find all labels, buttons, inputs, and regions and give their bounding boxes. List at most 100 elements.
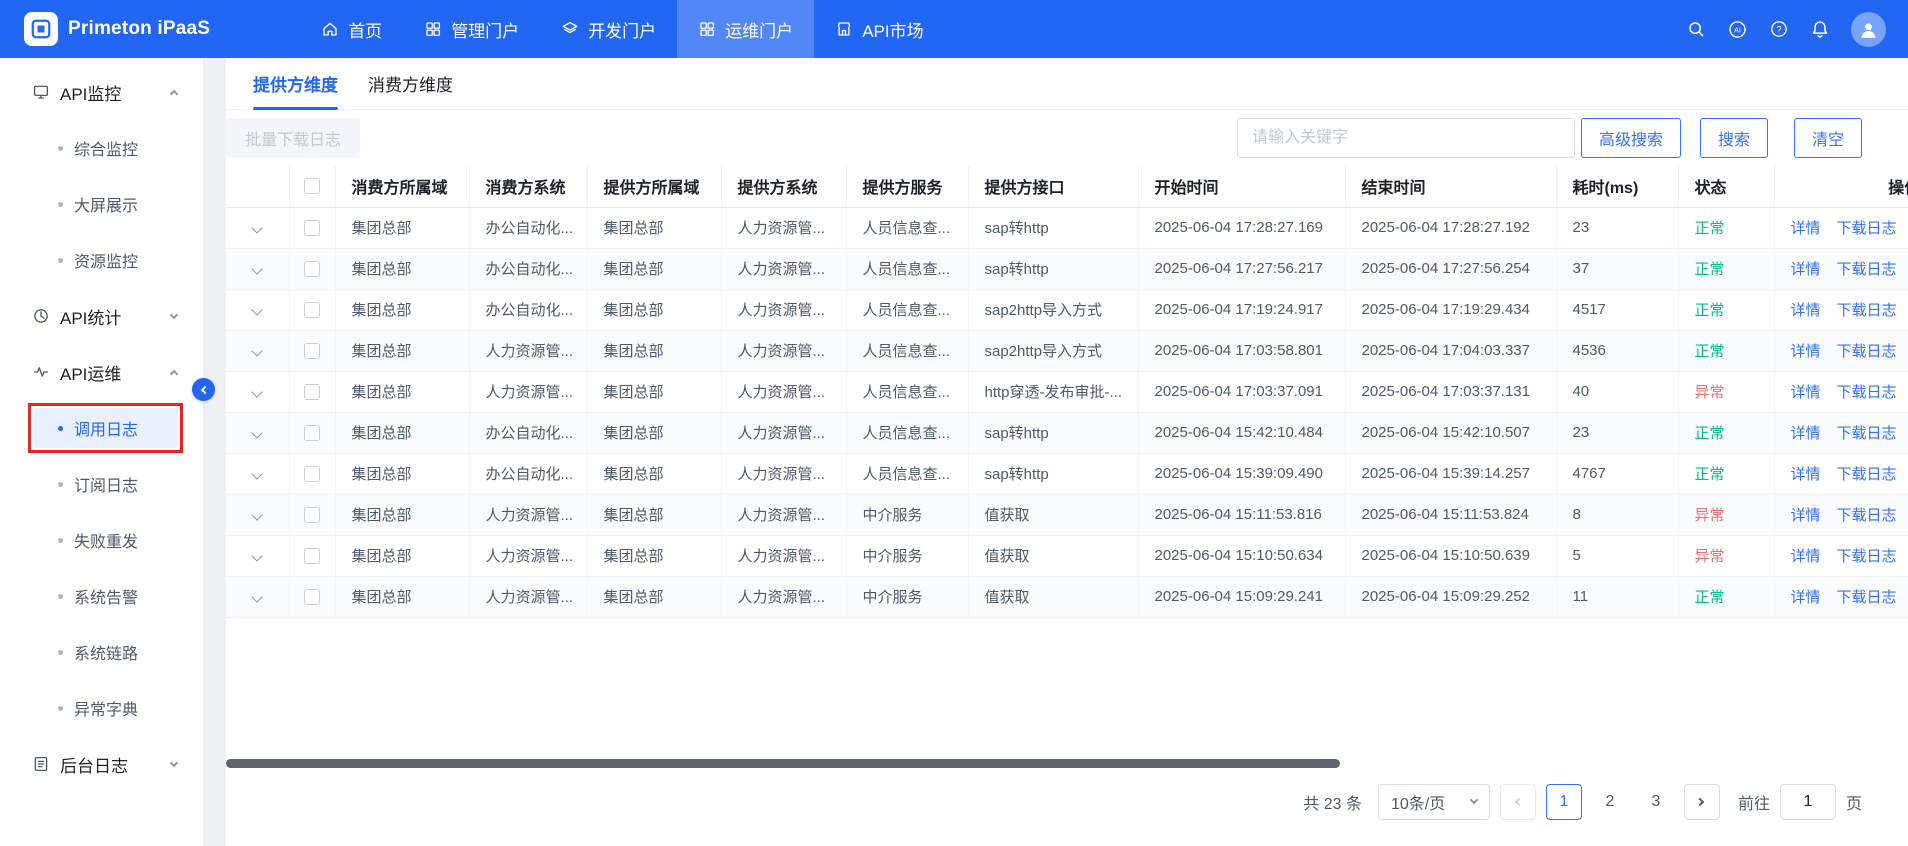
sidebar-item-1-1[interactable]: 综合监控 xyxy=(0,120,203,176)
sidebar-item-1-2[interactable]: 大屏展示 xyxy=(0,176,203,232)
notification-bell-icon[interactable] xyxy=(1810,19,1830,39)
goto-page-input[interactable] xyxy=(1780,784,1836,820)
sidebar-item-label: 系统链路 xyxy=(74,640,138,664)
row-checkbox[interactable] xyxy=(304,507,320,523)
detail-link[interactable]: 详情 xyxy=(1791,548,1821,565)
detail-link[interactable]: 详情 xyxy=(1791,425,1821,442)
tab-2[interactable]: 消费方维度 xyxy=(353,58,468,109)
tab-1[interactable]: 提供方维度 xyxy=(238,58,353,109)
cell-start-time: 2025-06-04 17:03:37.091 xyxy=(1138,371,1345,412)
table-row: 集团总部人力资源管...集团总部人力资源管...中介服务值获取2025-06-0… xyxy=(226,494,1908,535)
horizontal-scrollbar-thumb[interactable] xyxy=(226,759,1340,768)
row-checkbox[interactable] xyxy=(304,220,320,236)
bullet-icon xyxy=(58,538,63,543)
grid-icon xyxy=(424,20,442,38)
help-icon[interactable]: ? xyxy=(1769,19,1789,39)
detail-link[interactable]: 详情 xyxy=(1791,261,1821,278)
sidebar-collapse-button[interactable] xyxy=(192,378,215,401)
table-empty-area xyxy=(226,618,1908,758)
download-log-link[interactable]: 下载日志 xyxy=(1837,425,1897,442)
advanced-search-button[interactable]: 高级搜索 xyxy=(1581,118,1681,158)
sidebar-item-3-3[interactable]: 失败重发 xyxy=(0,512,203,568)
nav-item-4[interactable]: 运维门户 xyxy=(677,0,814,58)
row-expand-icon[interactable] xyxy=(252,509,263,520)
row-checkbox[interactable] xyxy=(304,548,320,564)
row-expand-icon[interactable] xyxy=(252,345,263,356)
search-button[interactable]: 搜索 xyxy=(1700,118,1768,158)
sidebar-item-3-4[interactable]: 系统告警 xyxy=(0,568,203,624)
row-checkbox[interactable] xyxy=(304,302,320,318)
sidebar-item-active[interactable]: 调用日志 xyxy=(33,408,178,448)
sidebar-group-2[interactable]: API统计 xyxy=(0,288,203,344)
row-checkbox[interactable] xyxy=(304,384,320,400)
keyword-search-input[interactable] xyxy=(1237,118,1575,158)
cell-consumer-domain: 集团总部 xyxy=(335,207,469,248)
ai-assistant-icon[interactable]: AI xyxy=(1727,19,1748,40)
nav-item-5[interactable]: API市场 xyxy=(814,0,944,58)
previous-page-button[interactable] xyxy=(1500,784,1536,820)
detail-link[interactable]: 详情 xyxy=(1791,466,1821,483)
search-icon[interactable] xyxy=(1686,19,1706,39)
avatar[interactable] xyxy=(1851,12,1886,47)
cell-end-time: 2025-06-04 15:42:10.507 xyxy=(1345,412,1556,453)
row-checkbox[interactable] xyxy=(304,261,320,277)
row-expand-icon[interactable] xyxy=(252,304,263,315)
detail-link[interactable]: 详情 xyxy=(1791,507,1821,524)
search-controls: 高级搜索 搜索 清空 xyxy=(1237,118,1862,158)
row-checkbox[interactable] xyxy=(304,343,320,359)
nav-item-1[interactable]: 首页 xyxy=(300,0,403,58)
page-button-3[interactable]: 3 xyxy=(1638,784,1674,820)
cell-duration-ms: 37 xyxy=(1556,248,1678,289)
row-expand-icon[interactable] xyxy=(252,222,263,233)
cell-consumer-domain: 集团总部 xyxy=(335,576,469,617)
row-checkbox-cell xyxy=(289,535,335,576)
next-page-button[interactable] xyxy=(1684,784,1720,820)
download-log-link[interactable]: 下载日志 xyxy=(1837,220,1897,237)
page-button-1[interactable]: 1 xyxy=(1546,784,1582,820)
download-log-link[interactable]: 下载日志 xyxy=(1837,548,1897,565)
batch-download-button[interactable]: 批量下载日志 xyxy=(226,118,360,158)
row-expand-icon[interactable] xyxy=(252,427,263,438)
detail-link[interactable]: 详情 xyxy=(1791,302,1821,319)
download-log-link[interactable]: 下载日志 xyxy=(1837,384,1897,401)
row-checkbox[interactable] xyxy=(304,589,320,605)
detail-link[interactable]: 详情 xyxy=(1791,589,1821,606)
tab-label: 消费方维度 xyxy=(368,71,453,96)
clear-button[interactable]: 清空 xyxy=(1794,118,1862,158)
download-log-link[interactable]: 下载日志 xyxy=(1837,261,1897,278)
detail-link[interactable]: 详情 xyxy=(1791,343,1821,360)
sidebar-group-4[interactable]: 后台日志 xyxy=(0,736,203,792)
row-checkbox[interactable] xyxy=(304,425,320,441)
page-size-select[interactable]: 10条/页 xyxy=(1378,784,1490,820)
row-expand-icon[interactable] xyxy=(252,386,263,397)
column-header-5: 提供方服务 xyxy=(846,166,968,207)
sidebar-item-label: 异常字典 xyxy=(74,696,138,720)
row-expand-icon[interactable] xyxy=(252,591,263,602)
row-expand-cell xyxy=(226,248,289,289)
sidebar-group-3[interactable]: API运维 xyxy=(0,344,203,400)
sidebar-item-3-2[interactable]: 订阅日志 xyxy=(0,456,203,512)
row-expand-cell xyxy=(226,207,289,248)
download-log-link[interactable]: 下载日志 xyxy=(1837,466,1897,483)
sidebar-item-1-3[interactable]: 资源监控 xyxy=(0,232,203,288)
row-expand-icon[interactable] xyxy=(252,468,263,479)
sidebar-item-3-5[interactable]: 系统链路 xyxy=(0,624,203,680)
row-checkbox[interactable] xyxy=(304,466,320,482)
nav-item-3[interactable]: 开发门户 xyxy=(540,0,677,58)
chevron-up-icon xyxy=(170,370,178,378)
row-expand-icon[interactable] xyxy=(252,550,263,561)
download-log-link[interactable]: 下载日志 xyxy=(1837,343,1897,360)
download-log-link[interactable]: 下载日志 xyxy=(1837,589,1897,606)
nav-item-label: API市场 xyxy=(862,17,923,42)
row-expand-icon[interactable] xyxy=(252,263,263,274)
download-log-link[interactable]: 下载日志 xyxy=(1837,507,1897,524)
sidebar-item-3-6[interactable]: 异常字典 xyxy=(0,680,203,736)
detail-link[interactable]: 详情 xyxy=(1791,220,1821,237)
detail-link[interactable]: 详情 xyxy=(1791,384,1821,401)
nav-item-2[interactable]: 管理门户 xyxy=(403,0,540,58)
page-button-2[interactable]: 2 xyxy=(1592,784,1628,820)
page-size-value: 10条/页 xyxy=(1391,790,1445,814)
sidebar-group-1[interactable]: API监控 xyxy=(0,64,203,120)
download-log-link[interactable]: 下载日志 xyxy=(1837,302,1897,319)
select-all-checkbox[interactable] xyxy=(304,178,320,194)
